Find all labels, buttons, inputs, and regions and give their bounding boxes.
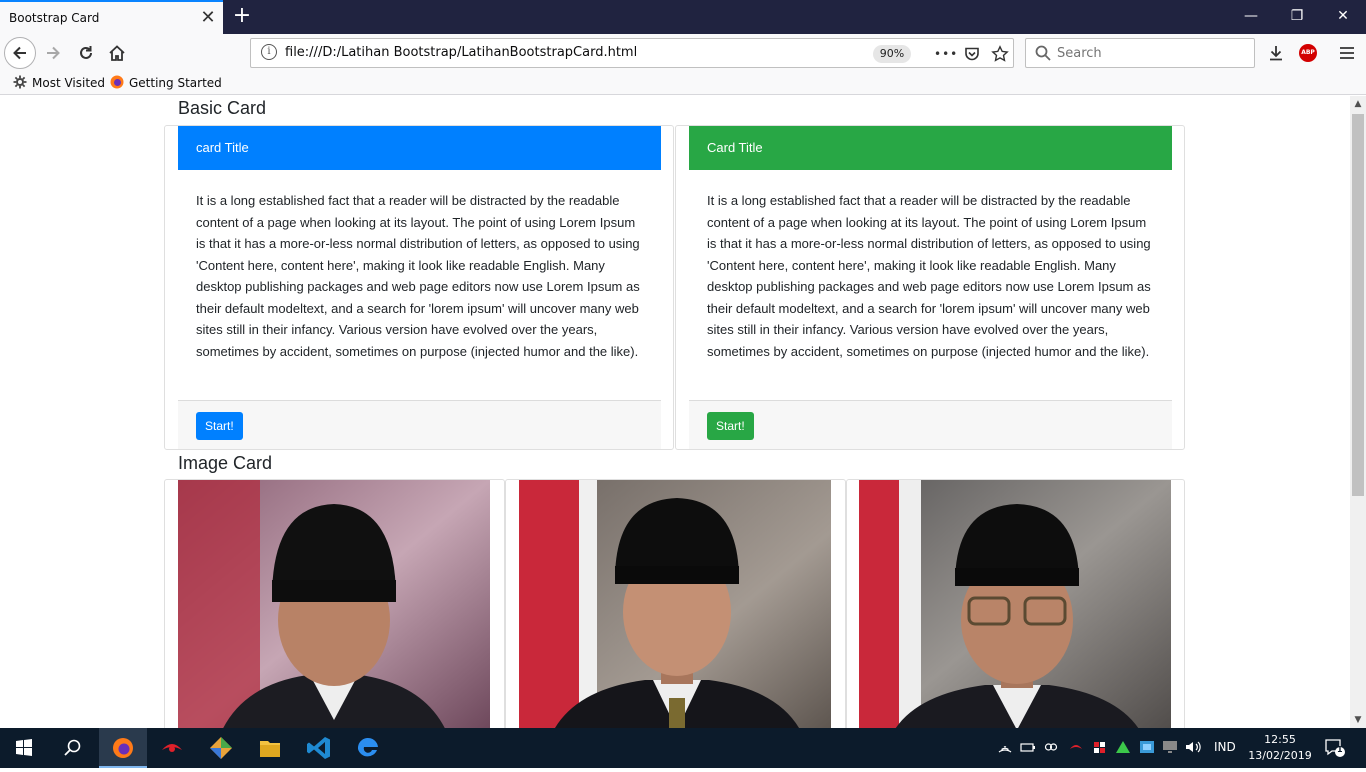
card-header: Card Title — [689, 126, 1172, 170]
language-indicator[interactable]: IND — [1214, 740, 1236, 754]
page-actions-icon[interactable]: ••• — [934, 43, 957, 65]
search-icon — [64, 739, 81, 756]
taskbar-firefox[interactable] — [99, 728, 147, 768]
taskbar-edge[interactable] — [344, 728, 392, 768]
bookmark-label: Most Visited — [32, 76, 106, 90]
card-body-text: It is a long established fact that a rea… — [196, 193, 640, 359]
image-card — [505, 479, 846, 728]
folder-icon — [260, 741, 280, 757]
edge-icon — [357, 737, 378, 757]
bookmark-getting-started[interactable]: Getting Started — [110, 75, 222, 90]
image-card — [164, 479, 505, 728]
start-button[interactable] — [0, 728, 48, 768]
network-icon[interactable] — [997, 740, 1013, 757]
scroll-up-arrow-icon[interactable]: ▲ — [1350, 96, 1366, 112]
tab-title: Bootstrap Card — [9, 11, 100, 25]
portrait-image — [859, 480, 1171, 728]
menu-button[interactable] — [1331, 37, 1363, 69]
app-tray-shield-icon[interactable] — [1092, 740, 1108, 757]
home-button[interactable] — [101, 37, 133, 69]
app-icon — [162, 744, 182, 752]
download-icon — [1270, 46, 1282, 61]
action-center-icon[interactable]: 1 — [1324, 738, 1346, 761]
taskbar-search-button[interactable] — [48, 728, 96, 768]
firefox-icon — [110, 75, 124, 89]
pocket-icon[interactable] — [961, 43, 983, 65]
forward-arrow-icon — [47, 46, 60, 60]
notification-count: 1 — [1337, 745, 1343, 754]
forward-button[interactable] — [37, 37, 69, 69]
section-title-image-card: Image Card — [178, 453, 273, 473]
start-button[interactable]: Start! — [707, 412, 754, 440]
close-window-button[interactable]: ✕ — [1320, 0, 1366, 32]
gear-icon — [13, 75, 27, 89]
zoom-indicator[interactable]: 90% — [873, 45, 911, 63]
card-title: Card Title — [707, 140, 763, 155]
taskbar-file-explorer[interactable] — [246, 728, 294, 768]
card-header: card Title — [178, 126, 661, 170]
back-button[interactable] — [4, 37, 36, 69]
bookmark-star-icon[interactable] — [989, 43, 1011, 65]
display-icon[interactable] — [1162, 740, 1178, 757]
bookmark-most-visited[interactable]: Most Visited — [13, 75, 105, 90]
card-footer: Start! — [178, 400, 661, 449]
clock-date: 13/02/2019 — [1248, 749, 1312, 762]
url-text[interactable]: file:///D:/Latihan Bootstrap/LatihanBoot… — [285, 45, 637, 60]
card-body-text: It is a long established fact that a rea… — [707, 193, 1151, 359]
page-scrollbar[interactable]: ▲ ▼ — [1350, 96, 1366, 728]
image-card — [846, 479, 1185, 728]
downloads-button[interactable] — [1260, 37, 1292, 69]
page-viewport: Basic Card card Title It is a long estab… — [0, 96, 1350, 728]
hamburger-menu-icon — [1340, 47, 1354, 59]
restore-button[interactable]: ❐ — [1274, 0, 1320, 32]
search-bar[interactable]: Search — [1025, 38, 1255, 68]
app-tray-triangle-icon[interactable] — [1115, 740, 1131, 757]
new-tab-button[interactable]: + — [229, 4, 255, 30]
battery-icon[interactable] — [1020, 740, 1036, 757]
url-bar[interactable]: i file:///D:/Latihan Bootstrap/LatihanBo… — [250, 38, 1014, 68]
navigation-toolbar: i file:///D:/Latihan Bootstrap/LatihanBo… — [0, 34, 1366, 72]
link-icon[interactable] — [1043, 740, 1059, 757]
portrait-image — [178, 480, 490, 728]
portrait-image — [519, 480, 831, 728]
minimize-button[interactable]: — — [1228, 0, 1274, 32]
tab-close-icon[interactable]: ✕ — [198, 8, 218, 28]
clock-time: 12:55 — [1264, 733, 1296, 746]
back-arrow-icon — [13, 46, 26, 60]
start-button[interactable]: Start! — [196, 412, 243, 440]
volume-icon[interactable] — [1185, 740, 1203, 757]
card-title: card Title — [196, 140, 249, 155]
card-footer: Start! — [689, 400, 1172, 449]
taskbar-app-red[interactable] — [148, 728, 196, 768]
app-tray-red-icon[interactable] — [1068, 740, 1084, 757]
page-info-icon[interactable]: i — [261, 44, 277, 60]
scroll-thumb[interactable] — [1352, 114, 1364, 496]
browser-tab[interactable]: Bootstrap Card ✕ — [0, 0, 223, 34]
diamond-app-icon — [210, 737, 232, 759]
app-tray-square-icon[interactable] — [1139, 740, 1155, 757]
windows-taskbar: IND 12:55 13/02/2019 1 — [0, 728, 1366, 768]
home-icon — [109, 45, 125, 61]
reload-icon — [80, 46, 92, 59]
taskbar-vscode[interactable] — [295, 728, 343, 768]
adblock-plus-icon: ABP — [1299, 44, 1317, 62]
adblock-plus-button[interactable]: ABP — [1292, 37, 1324, 69]
taskbar-git-app[interactable] — [197, 728, 245, 768]
search-placeholder: Search — [1057, 46, 1102, 61]
firefox-icon — [113, 738, 133, 758]
search-icon — [1035, 45, 1051, 61]
reload-button[interactable] — [70, 37, 102, 69]
browser-title-bar: Bootstrap Card ✕ + — ❐ ✕ — [0, 0, 1366, 34]
vscode-icon — [307, 737, 330, 759]
bookmarks-toolbar: Most Visited Getting Started — [0, 72, 1366, 95]
section-title-basic-card: Basic Card — [178, 98, 267, 118]
windows-logo-icon — [16, 739, 32, 756]
bookmark-label: Getting Started — [129, 76, 222, 90]
basic-card-green: Card Title It is a long established fact… — [675, 125, 1185, 450]
system-clock[interactable]: 12:55 13/02/2019 — [1245, 732, 1315, 764]
scroll-down-arrow-icon[interactable]: ▼ — [1350, 712, 1366, 728]
basic-card-blue: card Title It is a long established fact… — [164, 125, 674, 450]
